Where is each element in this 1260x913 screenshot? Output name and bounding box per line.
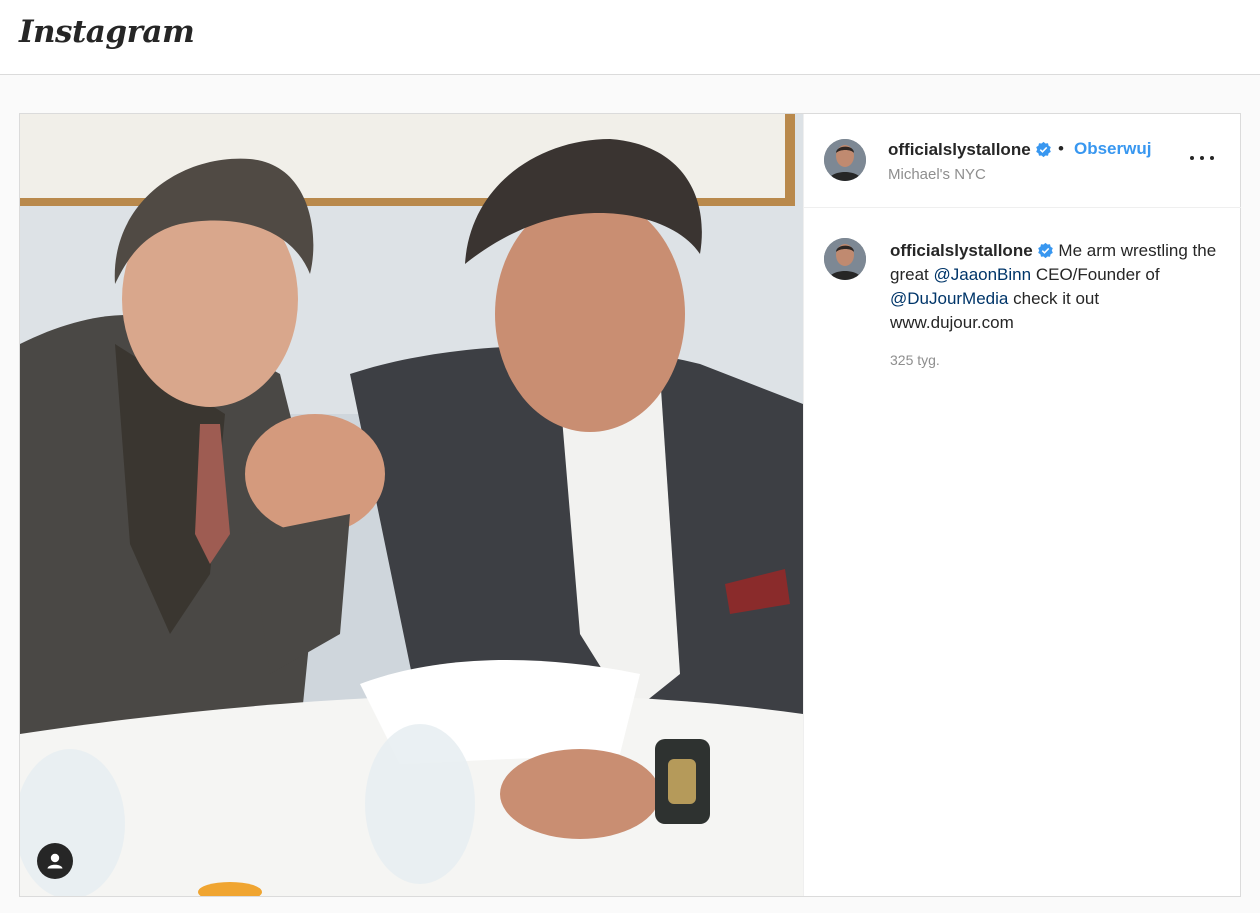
separator-dot: • [1058,139,1064,158]
caption-author-avatar[interactable] [824,238,866,280]
verified-badge-icon [1037,242,1053,259]
post-photo[interactable] [20,114,803,896]
more-options-icon[interactable] [1188,147,1216,167]
post-header: officialslystallone • Obserwuj Michael's… [804,114,1241,208]
tagged-users-button[interactable] [37,843,73,879]
author-username[interactable]: officialslystallone [888,140,1052,160]
follow-button[interactable]: Obserwuj [1074,139,1151,159]
person-icon [47,853,63,869]
top-bar: Instagram [0,0,1260,75]
caption-username[interactable]: officialslystallone [890,241,1033,260]
caption-text-2: CEO/Founder of [1035,265,1160,284]
mention-link-jaaonbinn[interactable]: @JaaonBinn [933,265,1031,284]
author-username-text[interactable]: officialslystallone [888,140,1031,159]
post-card: officialslystallone • Obserwuj Michael's… [19,113,1241,897]
instagram-logo[interactable]: Instagram [19,14,195,50]
post-caption: officialslystallone Me arm wrestling the… [890,239,1220,335]
post-location[interactable]: Michael's NYC [888,166,986,183]
post-timestamp[interactable]: 325 tyg. [890,352,940,368]
mention-link-dujourmedia[interactable]: @DuJourMedia [890,289,1008,308]
verified-badge-icon [1035,141,1051,158]
author-avatar[interactable] [824,139,866,181]
post-sidebar: officialslystallone • Obserwuj Michael's… [803,114,1241,896]
